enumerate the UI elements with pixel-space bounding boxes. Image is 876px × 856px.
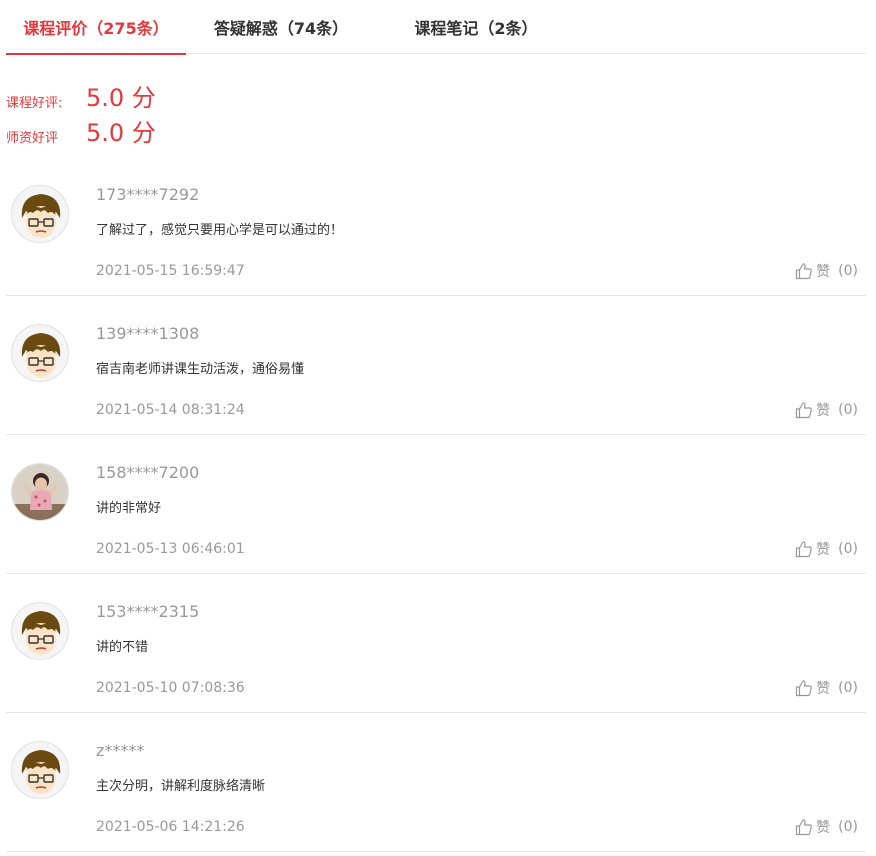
like-label: 赞 [816,542,831,558]
thumbs-up-icon [795,540,813,558]
review-username: 158****7200 [96,463,200,482]
course-rating-label: 课程好评: [6,96,63,111]
thumbs-up-icon [795,679,813,697]
review-time: 2021-05-06 14:21:26 [96,819,245,835]
review-time: 2021-05-15 16:59:47 [96,263,245,279]
thumbs-up-icon [795,401,813,419]
teacher-rating-label: 师资好评 [6,131,59,146]
like-button[interactable]: 赞 (0) [795,678,858,698]
teacher-rating-value: 5.0 分 [86,119,156,147]
review-tabs: 课程评价（275条） 答疑解惑（74条） 课程笔记（2条） [6,0,866,55]
avatar[interactable] [11,602,69,660]
review-content: 了解过了，感觉只要用心学是可以通过的！ [96,223,344,238]
avatar[interactable] [11,185,69,243]
review-item: 139****1308 宿吉南老师讲课生动活泼，通俗易懂 2021-05-14 … [6,296,866,435]
review-username: 173****7292 [96,185,200,204]
review-content: 讲的非常好 [96,501,162,516]
tab-course-notes[interactable]: 课程笔记（2条） [391,0,561,54]
tab-qa[interactable]: 答疑解惑（74条） [196,0,366,54]
thumbs-up-icon [795,262,813,280]
review-item: 153****2315 讲的不错 2021-05-10 07:08:36 赞 (… [6,574,866,713]
like-count: (0) [838,541,858,557]
like-button[interactable]: 赞 (0) [795,261,858,281]
like-label: 赞 [816,403,831,419]
review-content: 宿吉南老师讲课生动活泼，通俗易懂 [96,362,305,377]
review-time: 2021-05-13 06:46:01 [96,541,245,557]
like-button[interactable]: 赞 (0) [795,539,858,559]
like-count: (0) [838,402,858,418]
tab-course-reviews[interactable]: 课程评价（275条） [6,0,186,55]
like-count: (0) [838,680,858,696]
like-label: 赞 [816,820,831,836]
like-button[interactable]: 赞 (0) [795,400,858,420]
course-rating-value: 5.0 分 [86,84,156,112]
like-label: 赞 [816,681,831,697]
review-username: 153****2315 [96,602,200,621]
review-time: 2021-05-14 08:31:24 [96,402,245,418]
review-item: z***** 主次分明，讲解利度脉络清晰 2021-05-06 14:21:26… [6,713,866,852]
review-content: 主次分明，讲解利度脉络清晰 [96,779,266,794]
review-time: 2021-05-10 07:08:36 [96,680,245,696]
review-content: 讲的不错 [96,640,149,655]
review-list: 173****7292 了解过了，感觉只要用心学是可以通过的！ 2021-05-… [6,157,866,852]
avatar[interactable] [11,463,69,521]
review-item: 173****7292 了解过了，感觉只要用心学是可以通过的！ 2021-05-… [6,157,866,296]
like-button[interactable]: 赞 (0) [795,817,858,837]
like-count: (0) [838,263,858,279]
like-count: (0) [838,819,858,835]
review-username: 139****1308 [96,324,200,343]
review-item: 158****7200 讲的非常好 2021-05-13 06:46:01 赞 … [6,435,866,574]
thumbs-up-icon [795,818,813,836]
avatar[interactable] [11,741,69,799]
like-label: 赞 [816,264,831,280]
avatar[interactable] [11,324,69,382]
review-username: z***** [96,741,145,760]
